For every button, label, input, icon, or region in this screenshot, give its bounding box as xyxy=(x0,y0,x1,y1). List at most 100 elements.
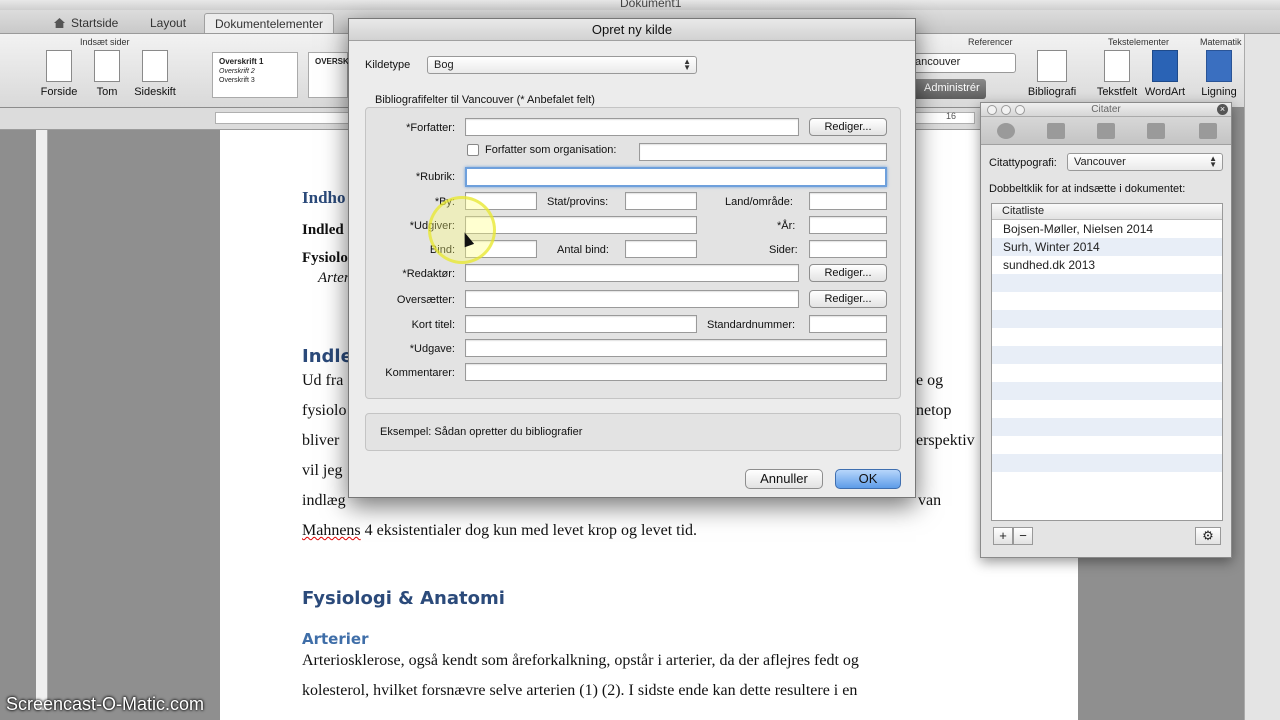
citation-item[interactable]: sundhed.dk 2013 xyxy=(992,256,1222,274)
wrench-icon[interactable] xyxy=(1199,123,1217,139)
empty-row xyxy=(992,292,1222,310)
reference-icon[interactable] xyxy=(1047,123,1065,139)
citation-list-header: Citatliste xyxy=(992,204,1222,220)
textbox-button[interactable]: Tekstfelt xyxy=(1092,50,1142,98)
style-line1: Overskrift 1 xyxy=(219,57,264,66)
new-source-dialog: Opret ny kilde Kildetype Bog ▲ ▼ Bibliogr… xyxy=(348,18,916,498)
page-break-label: Sideskift xyxy=(134,86,176,98)
tab-dokumentelementer[interactable]: Dokumentelementer xyxy=(204,13,335,33)
updown-arrows-icon: ▲ ▼ xyxy=(1209,154,1217,169)
toc-line: Indled xyxy=(302,222,344,238)
country-label: Land/område: xyxy=(725,196,793,208)
standard-number-label: Standardnummer: xyxy=(707,319,796,331)
blank-page-icon xyxy=(94,50,120,82)
blank-page-button[interactable]: Tom xyxy=(82,50,132,98)
cover-page-icon xyxy=(46,50,72,82)
style-preset-2[interactable]: OVERSK xyxy=(308,52,349,98)
empty-row xyxy=(992,436,1222,454)
author-org-checkbox[interactable] xyxy=(467,144,479,156)
bibliography-button[interactable]: Bibliografi xyxy=(1024,50,1080,98)
publisher-field[interactable] xyxy=(465,216,697,234)
style-line3: Overskrift 3 xyxy=(219,77,255,84)
add-citation-button[interactable]: + xyxy=(993,527,1013,545)
edition-label: *Udgave: xyxy=(409,343,455,355)
wordart-button[interactable]: WordArt xyxy=(1140,50,1190,98)
comments-field[interactable] xyxy=(465,363,887,381)
citation-item[interactable]: Surh, Winter 2014 xyxy=(992,238,1222,256)
style-line1: OVERSK xyxy=(315,57,349,66)
close-icon[interactable]: × xyxy=(1217,104,1228,115)
window-dot-icon[interactable] xyxy=(1001,105,1011,115)
standard-number-field[interactable] xyxy=(809,315,887,333)
empty-row xyxy=(992,364,1222,382)
title-field[interactable] xyxy=(465,167,887,187)
page-break-icon xyxy=(142,50,168,82)
citation-item[interactable]: Bojsen-Møller, Nielsen 2014 xyxy=(992,220,1222,238)
citation-style-select[interactable]: ancouver xyxy=(910,53,1016,73)
paragraph-line: fysiolo xyxy=(302,402,347,419)
num-volumes-field[interactable] xyxy=(625,240,697,258)
group-label-insert-pages: Indsæt sider xyxy=(80,37,130,47)
window-dot-icon[interactable] xyxy=(987,105,997,115)
bibliography-label: Bibliografi xyxy=(1027,86,1077,98)
pages-field[interactable] xyxy=(809,240,887,258)
equation-button[interactable]: Ligning xyxy=(1194,50,1244,98)
empty-row xyxy=(992,382,1222,400)
cover-button[interactable]: Forside xyxy=(34,50,84,98)
country-field[interactable] xyxy=(809,192,887,210)
cancel-button[interactable]: Annuller xyxy=(745,469,823,489)
edit-translator-button[interactable]: Rediger... xyxy=(809,290,887,308)
author-org-field[interactable] xyxy=(639,143,887,161)
gear-icon[interactable]: ⚙ xyxy=(1195,527,1221,545)
state-field[interactable] xyxy=(625,192,697,210)
screencast-watermark: Screencast-O-Matic.com xyxy=(6,694,205,714)
style-preset-1[interactable]: Overskrift 1 Overskrift 2 Overskrift 3 xyxy=(212,52,298,98)
edit-editor-button[interactable]: Rediger... xyxy=(809,264,887,282)
tab-label: Startside xyxy=(71,16,119,30)
vertical-scrollbar[interactable] xyxy=(1244,34,1280,720)
pages-label: Sider: xyxy=(769,244,798,256)
paragraph-line: kolesterol, hvilket forsnævre selve arte… xyxy=(302,682,858,699)
state-label: Stat/provins: xyxy=(547,196,609,208)
cursor-highlight xyxy=(428,196,496,264)
example-link[interactable]: Eksempel: Sådan opretter du bibliografie… xyxy=(380,426,582,438)
manage-button[interactable]: Administrér xyxy=(910,79,986,99)
paragraph-line: Arteriosklerose, også kendt som åreforka… xyxy=(302,652,859,669)
year-field[interactable] xyxy=(809,216,887,234)
tab-startside[interactable]: Startside xyxy=(44,13,128,33)
citations-icon[interactable] xyxy=(1147,123,1165,139)
paragraph-line: indlæg xyxy=(302,492,346,509)
window-dot-icon[interactable] xyxy=(1015,105,1025,115)
citations-palette: Citater × Citattypografi: Vancouver ▲ ▼ D… xyxy=(980,102,1232,558)
empty-row xyxy=(992,274,1222,292)
editor-field[interactable] xyxy=(465,264,799,282)
group-label-references: Referencer xyxy=(968,37,1013,47)
edition-field[interactable] xyxy=(465,339,887,357)
media-icon[interactable] xyxy=(1097,123,1115,139)
empty-row xyxy=(992,400,1222,418)
tab-layout[interactable]: Layout xyxy=(140,13,196,33)
author-org-label: Forfatter som organisation: xyxy=(485,144,617,156)
group-label-text-elements: Tekstelementer xyxy=(1108,37,1170,47)
citation-style-select[interactable]: Vancouver ▲ ▼ xyxy=(1067,153,1223,171)
toc-line: Fysiolo xyxy=(302,250,348,266)
citation-list[interactable]: Citatliste Bojsen-Møller, Nielsen 2014 S… xyxy=(991,203,1223,521)
dialog-title: Opret ny kilde xyxy=(349,19,915,41)
ok-button[interactable]: OK xyxy=(835,469,901,489)
paragraph-line: e og xyxy=(916,372,944,389)
short-title-field[interactable] xyxy=(465,315,697,333)
empty-row xyxy=(992,418,1222,436)
edit-author-button[interactable]: Rediger... xyxy=(809,118,887,136)
empty-row xyxy=(992,346,1222,364)
empty-row xyxy=(992,310,1222,328)
paragraph-line: erspektiv xyxy=(916,432,975,449)
source-type-select[interactable]: Bog ▲ ▼ xyxy=(427,56,697,74)
styles-icon[interactable] xyxy=(997,123,1015,139)
source-type-value: Bog xyxy=(434,59,454,71)
remove-citation-button[interactable]: − xyxy=(1013,527,1033,545)
palette-title-text: Citater xyxy=(1091,104,1121,115)
page-break-button[interactable]: Sideskift xyxy=(130,50,180,98)
citation-style-value: Vancouver xyxy=(1074,156,1126,168)
author-field[interactable] xyxy=(465,118,799,136)
translator-field[interactable] xyxy=(465,290,799,308)
